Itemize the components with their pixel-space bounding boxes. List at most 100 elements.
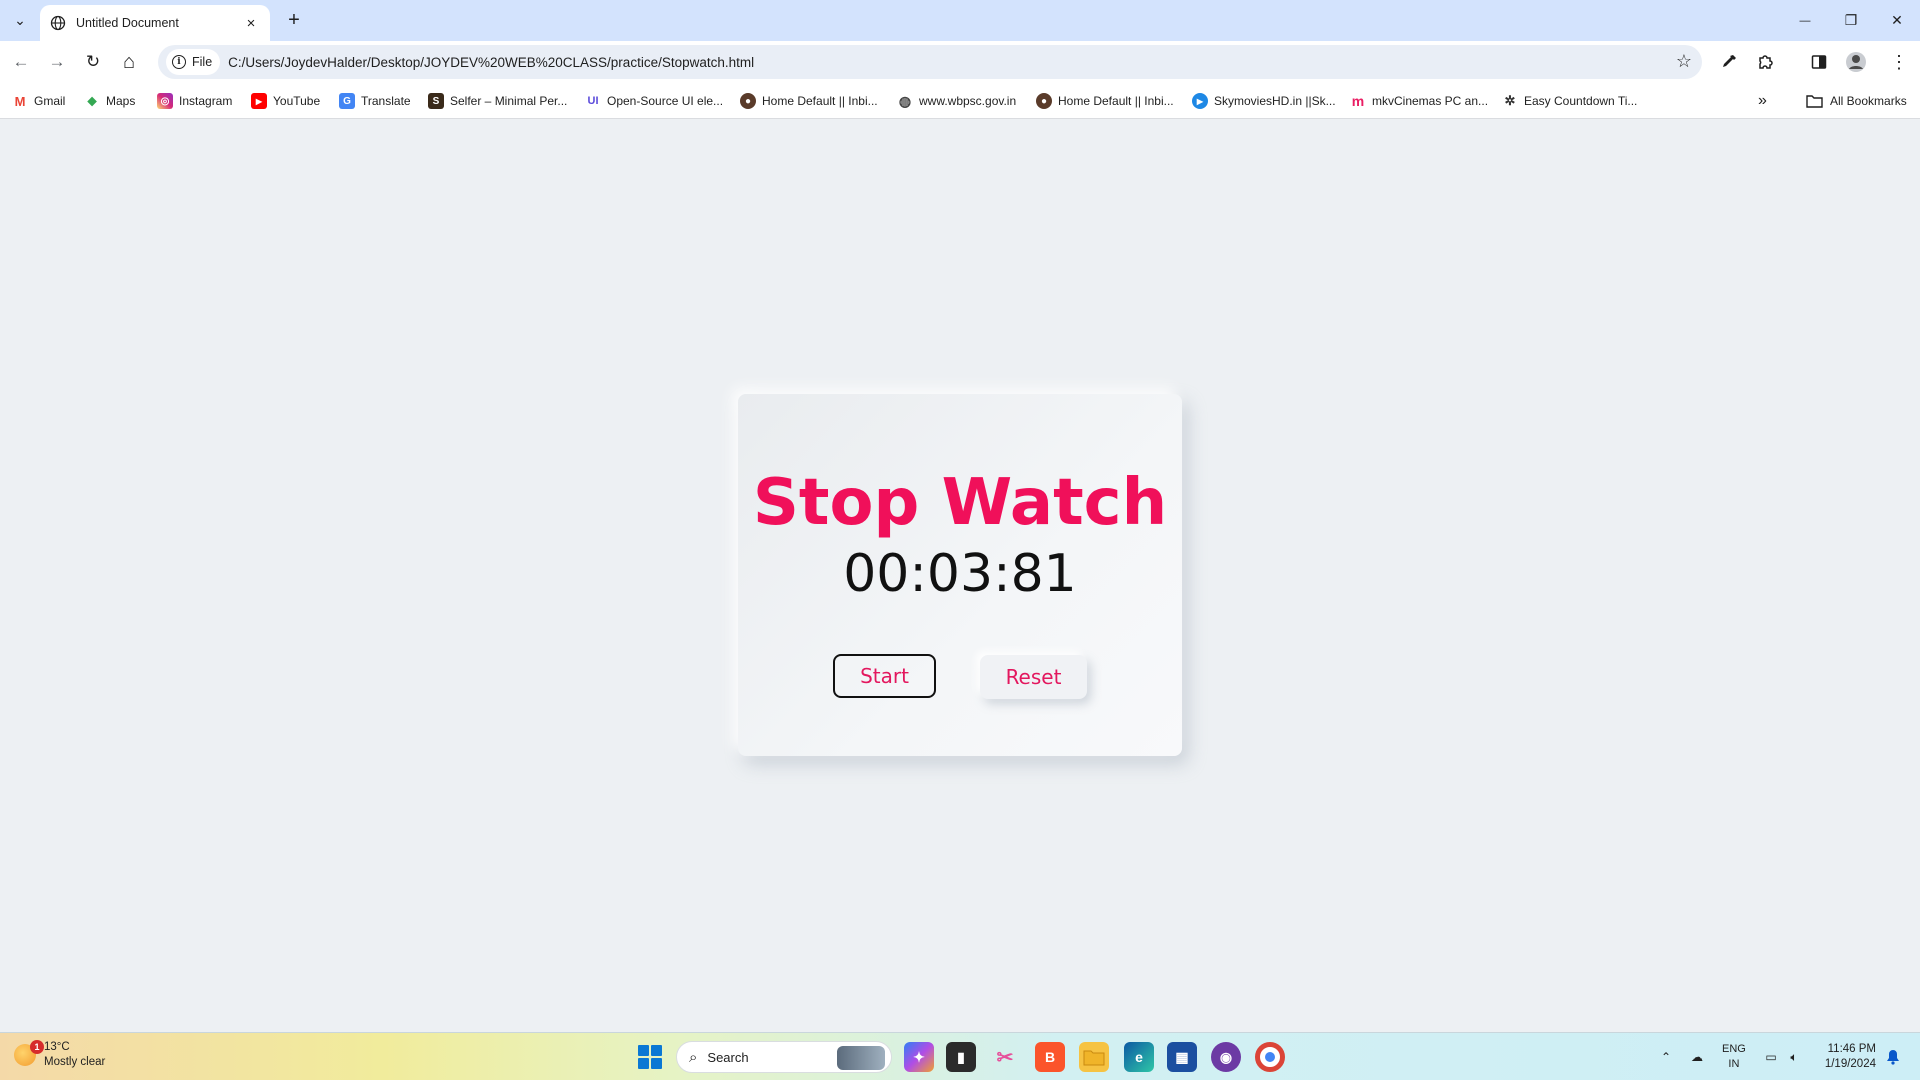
home-button[interactable]: ⌂ — [114, 47, 144, 77]
stopwatch-card: Stop Watch 00:03:81 Start Reset — [738, 394, 1182, 756]
instagram-icon: ◎ — [157, 93, 173, 109]
forward-button[interactable]: → — [42, 47, 72, 77]
tab-untitled-document[interactable]: Untitled Document × — [40, 5, 270, 41]
bookmark-label: Easy Countdown Ti... — [1524, 94, 1638, 108]
tray-overflow-chevron-icon[interactable]: ⌃ — [1656, 1033, 1676, 1080]
tab-search-chevron-icon[interactable]: ⌄ — [8, 8, 32, 32]
back-arrow-icon: ← — [12, 52, 30, 71]
bookmark-translate[interactable]: G Translate — [339, 90, 411, 112]
bookmark-star-icon[interactable]: ☆ — [1676, 51, 1692, 72]
weather-widget[interactable]: 1 13°C Mostly clear — [14, 1040, 105, 1070]
brave-browser-icon[interactable]: B — [1035, 1042, 1065, 1072]
task-view-icon[interactable]: ▮ — [946, 1042, 976, 1072]
minimize-button[interactable]: — — [1782, 0, 1828, 41]
region-code: IN — [1728, 1058, 1740, 1070]
bookmark-home-default-1[interactable]: ● Home Default || Inbi... — [740, 90, 878, 112]
file-explorer-icon[interactable] — [1079, 1042, 1109, 1072]
bookmark-instagram[interactable]: ◎ Instagram — [157, 90, 232, 112]
bookmark-wbpsc[interactable]: ◍ www.wbpsc.gov.in — [897, 90, 1016, 112]
network-icon[interactable]: ▭ — [1760, 1033, 1782, 1080]
bookmark-skymovies[interactable]: ▶ SkymoviesHD.in ||Sk... — [1192, 90, 1336, 112]
side-panel-icon[interactable] — [1804, 47, 1834, 77]
stopwatch-time-display: 00:03:81 — [843, 544, 1077, 604]
edge-browser-icon[interactable]: e — [1124, 1042, 1154, 1072]
eyedropper-extension-icon[interactable] — [1714, 47, 1744, 77]
bookmark-label: Selfer – Minimal Per... — [450, 94, 568, 108]
reset-button[interactable]: Reset — [980, 655, 1087, 699]
address-bar[interactable]: i File C:/Users/JoydevHalder/Desktop/JOY… — [158, 45, 1702, 79]
volume-icon[interactable]: 🔈︎ — [1784, 1033, 1804, 1080]
menu-kebab-icon[interactable]: ⋮ — [1884, 47, 1914, 77]
bookmark-label: Open-Source UI ele... — [607, 94, 724, 108]
avatar-icon: ● — [1036, 93, 1052, 109]
bookmark-youtube[interactable]: ▶ YouTube — [251, 90, 320, 112]
reload-icon: ↻ — [85, 52, 101, 71]
page-viewport: Stop Watch 00:03:81 Start Reset — [0, 120, 1920, 1032]
chevron-double-right-icon: » — [1758, 92, 1767, 109]
bookmark-easy-countdown[interactable]: ✲ Easy Countdown Ti... — [1502, 90, 1637, 112]
bookmark-label: www.wbpsc.gov.in — [919, 94, 1017, 108]
all-bookmarks-label: All Bookmarks — [1830, 94, 1907, 108]
bookmark-maps[interactable]: ⬥ Maps — [84, 90, 135, 112]
bookmark-selfer[interactable]: S Selfer – Minimal Per... — [428, 90, 567, 112]
snipping-tool-icon[interactable]: ✂ — [990, 1042, 1020, 1072]
close-window-button[interactable]: ✕ — [1874, 0, 1920, 41]
folder-icon — [1806, 95, 1823, 108]
close-icon: ✕ — [1891, 12, 1903, 28]
weather-temperature: 13°C — [44, 1041, 70, 1053]
bookmark-label: SkymoviesHD.in ||Sk... — [1214, 94, 1336, 108]
notification-badge: 1 — [30, 1040, 44, 1054]
tab-title: Untitled Document — [76, 16, 179, 30]
copilot-icon[interactable]: ✦ — [904, 1042, 934, 1072]
bookmarks-overflow-button[interactable]: » — [1758, 90, 1767, 112]
uiverse-icon: UI — [585, 93, 601, 109]
reload-button[interactable]: ↻ — [78, 47, 108, 77]
bookmark-label: Translate — [361, 94, 411, 108]
taskbar-clock[interactable]: 11:46 PM 1/19/2024 — [1812, 1042, 1876, 1072]
mkvcinemas-icon: m — [1350, 93, 1366, 109]
tab-close-icon[interactable]: × — [242, 14, 260, 32]
start-button[interactable]: Start — [833, 654, 936, 698]
bookmark-mkvcinemas[interactable]: m mkvCinemas PC an... — [1350, 90, 1488, 112]
bookmark-label: Instagram — [179, 94, 233, 108]
taskbar-search-placeholder: Search — [707, 1049, 749, 1065]
skymovies-icon: ▶ — [1192, 93, 1208, 109]
globe-icon: ◍ — [897, 92, 913, 109]
taskbar-search-box[interactable]: ⌕ Search — [676, 1041, 892, 1073]
profile-avatar-icon[interactable] — [1841, 47, 1871, 77]
chrome-browser-icon[interactable] — [1255, 1042, 1285, 1072]
search-icon: ⌕ — [689, 1048, 698, 1066]
restore-button[interactable]: ❐ — [1828, 0, 1874, 41]
avatar-icon: ● — [740, 93, 756, 109]
bookmark-label: mkvCinemas PC an... — [1372, 94, 1489, 108]
back-button[interactable]: ← — [6, 47, 36, 77]
url-text[interactable]: C:/Users/JoydevHalder/Desktop/JOYDEV%20W… — [228, 55, 754, 70]
notification-bell-icon[interactable] — [1882, 1033, 1904, 1080]
maps-icon: ⬥ — [84, 93, 100, 109]
new-tab-button[interactable]: + — [282, 8, 306, 32]
bookmark-label: Home Default || Inbi... — [762, 94, 878, 108]
windows-taskbar: 1 13°C Mostly clear ⌕ Search ✦ ▮ ✂ B e ▦… — [0, 1032, 1920, 1080]
site-info-label: File — [192, 55, 213, 69]
globe-icon — [50, 15, 66, 31]
language-indicator[interactable]: ENG IN — [1722, 1042, 1746, 1072]
bookmark-label: YouTube — [273, 94, 321, 108]
language-code: ENG — [1722, 1043, 1746, 1055]
onedrive-cloud-icon[interactable]: ☁ — [1686, 1033, 1708, 1080]
forward-arrow-icon: → — [48, 52, 66, 71]
bookmark-gmail[interactable]: M Gmail — [12, 90, 65, 112]
bookmark-open-source-ui[interactable]: UI Open-Source UI ele... — [585, 90, 723, 112]
bookmark-label: Maps — [106, 94, 136, 108]
search-highlight-image — [837, 1046, 885, 1070]
bookmark-label: Home Default || Inbi... — [1058, 94, 1174, 108]
site-info-chip[interactable]: i File — [166, 49, 221, 75]
bookmarks-bar: M Gmail ⬥ Maps ◎ Instagram ▶ YouTube G T… — [0, 82, 1920, 119]
weather-condition: Mostly clear — [44, 1056, 106, 1068]
windows-start-icon[interactable] — [638, 1045, 662, 1069]
microsoft-store-icon[interactable]: ▦ — [1167, 1042, 1197, 1072]
github-desktop-icon[interactable]: ◉ — [1211, 1042, 1241, 1072]
extensions-puzzle-icon[interactable] — [1751, 47, 1781, 77]
all-bookmarks-button[interactable]: All Bookmarks — [1806, 90, 1907, 112]
bookmark-home-default-2[interactable]: ● Home Default || Inbi... — [1036, 90, 1174, 112]
clock-date: 1/19/2024 — [1824, 1058, 1876, 1070]
